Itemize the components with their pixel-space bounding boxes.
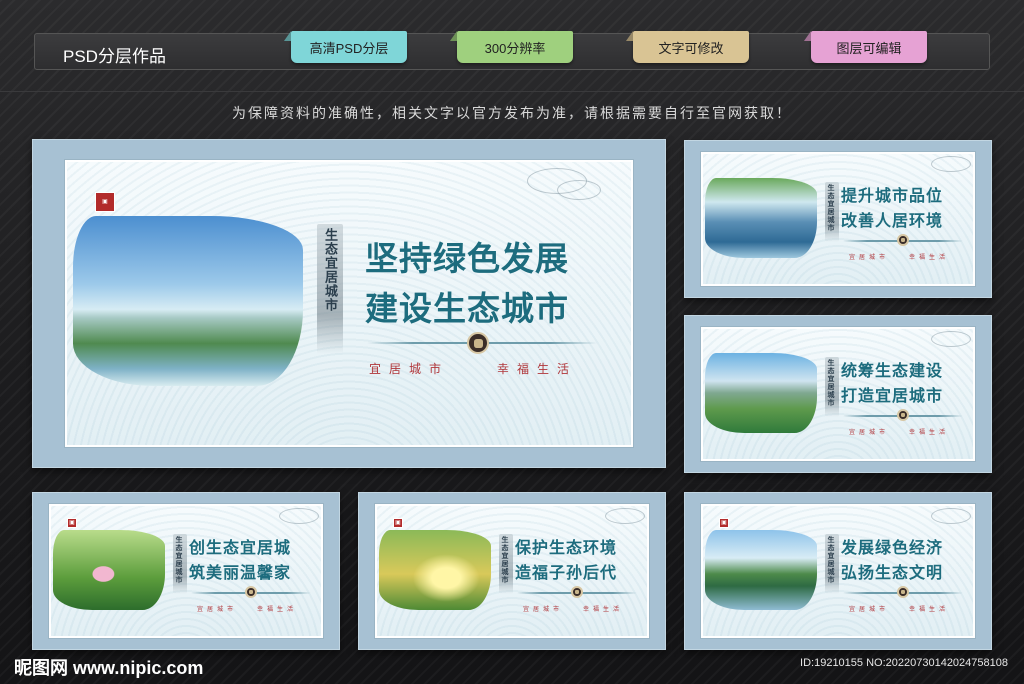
cloud-ornament (279, 508, 319, 524)
poster-inner: ▣ 生态宜居城市 发展绿色经济 弘扬生态文明 宜居城市 幸福生活 (700, 503, 976, 639)
tag-editable-text: 文字可修改 (633, 31, 749, 63)
tag-resolution: 300分辨率 (457, 31, 573, 63)
cloud-ornament (931, 508, 971, 524)
emblem-icon (897, 409, 909, 421)
emblem-icon (897, 586, 909, 598)
park-scene-image (705, 353, 817, 433)
banner-title: PSD分层作品 (63, 47, 166, 66)
emblem-icon (467, 332, 489, 354)
headline-line-2: 建设生态城市 (365, 289, 569, 328)
headline-line-1: 创生态宜居城 (189, 538, 292, 557)
headline-line-1: 保护生态环境 (515, 538, 618, 557)
headline-line-2: 改善人居环境 (841, 211, 944, 230)
tag-hd-psd: 高清PSD分层 (291, 31, 407, 63)
tag-editable-layers: 图层可编辑 (811, 31, 927, 63)
poster-3: ▣ 生态宜居城市 创生态宜居城 筑美丽温馨家 宜居城市 幸福生活 (32, 492, 340, 650)
top-banner: PSD分层作品 高清PSD分层 300分辨率 文字可修改 图层可编辑 (34, 31, 990, 70)
cloud-ornament (605, 508, 645, 524)
slogan: 宜居城市 幸福生活 (849, 254, 950, 261)
poster-inner: ▣ 生态宜居城市 保护生态环境 造福子孙后代 宜居城市 幸福生活 (374, 503, 650, 639)
site-watermark-logo: 昵图网 www.nipic.com (14, 658, 204, 678)
slogan: 宜居城市 幸福生活 (849, 429, 950, 436)
city-scene-image (73, 216, 303, 386)
headline-line-2: 造福子孙后代 (515, 563, 618, 582)
lake-scene-image (705, 178, 817, 258)
vertical-title: 生态宜居城市 (827, 184, 836, 232)
red-seal-stamp: ▣ (95, 192, 115, 212)
red-seal-stamp: ▣ (719, 518, 729, 528)
poster-inner: ▣ 生态宜居城市 坚持绿色发展 建设生态城市 宜居城市 幸福生活 (64, 159, 634, 448)
poster-inner: 生态宜居城市 统筹生态建设 打造宜居城市 宜居城市 幸福生活 (700, 326, 976, 462)
divider (0, 91, 1024, 92)
poster-inner: ▣ 生态宜居城市 创生态宜居城 筑美丽温馨家 宜居城市 幸福生活 (48, 503, 324, 639)
vertical-title: 生态宜居城市 (322, 228, 337, 312)
emblem-icon (245, 586, 257, 598)
forest-scene-image (379, 530, 491, 610)
vertical-title: 生态宜居城市 (501, 536, 510, 584)
headline-line-2: 筑美丽温馨家 (189, 563, 292, 582)
village-scene-image (705, 530, 817, 610)
headline-line-1: 统筹生态建设 (841, 361, 944, 380)
red-seal-stamp: ▣ (393, 518, 403, 528)
emblem-icon (897, 234, 909, 246)
poster-5: ▣ 生态宜居城市 发展绿色经济 弘扬生态文明 宜居城市 幸福生活 (684, 492, 992, 650)
main-poster: ▣ 生态宜居城市 坚持绿色发展 建设生态城市 宜居城市 幸福生活 (32, 139, 666, 468)
slogan-left: 宜居城市 (369, 362, 450, 376)
headline-line-1: 坚持绿色发展 (365, 239, 569, 278)
headline-line-2: 打造宜居城市 (841, 386, 944, 405)
poster-inner: 生态宜居城市 提升城市品位 改善人居环境 宜居城市 幸福生活 (700, 151, 976, 287)
emblem-icon (571, 586, 583, 598)
poster-2: 生态宜居城市 统筹生态建设 打造宜居城市 宜居城市 幸福生活 (684, 315, 992, 473)
cloud-ornament (557, 180, 601, 200)
image-id-text: ID:19210155 NO:20220730142024758108 (800, 657, 1008, 669)
slogan: 宜居城市 幸福生活 (523, 606, 624, 613)
poster-1: 生态宜居城市 提升城市品位 改善人居环境 宜居城市 幸福生活 (684, 140, 992, 298)
lotus-scene-image (53, 530, 165, 610)
vertical-title: 生态宜居城市 (175, 536, 184, 584)
slogan-right: 幸福生活 (497, 362, 578, 376)
headline-line-1: 提升城市品位 (841, 186, 944, 205)
slogan: 宜居城市 幸福生活 (197, 606, 298, 613)
red-seal-stamp: ▣ (67, 518, 77, 528)
vertical-title: 生态宜居城市 (827, 536, 836, 584)
vertical-title: 生态宜居城市 (827, 359, 836, 407)
headline-line-1: 发展绿色经济 (841, 538, 944, 557)
slogan: 宜居城市 幸福生活 (849, 606, 950, 613)
headline-line-2: 弘扬生态文明 (841, 563, 944, 582)
disclaimer-text: 为保障资料的准确性，相关文字以官方发布为准，请根据需要自行至官网获取！ (232, 106, 792, 122)
cloud-ornament (931, 331, 971, 347)
poster-4: ▣ 生态宜居城市 保护生态环境 造福子孙后代 宜居城市 幸福生活 (358, 492, 666, 650)
cloud-ornament (931, 156, 971, 172)
